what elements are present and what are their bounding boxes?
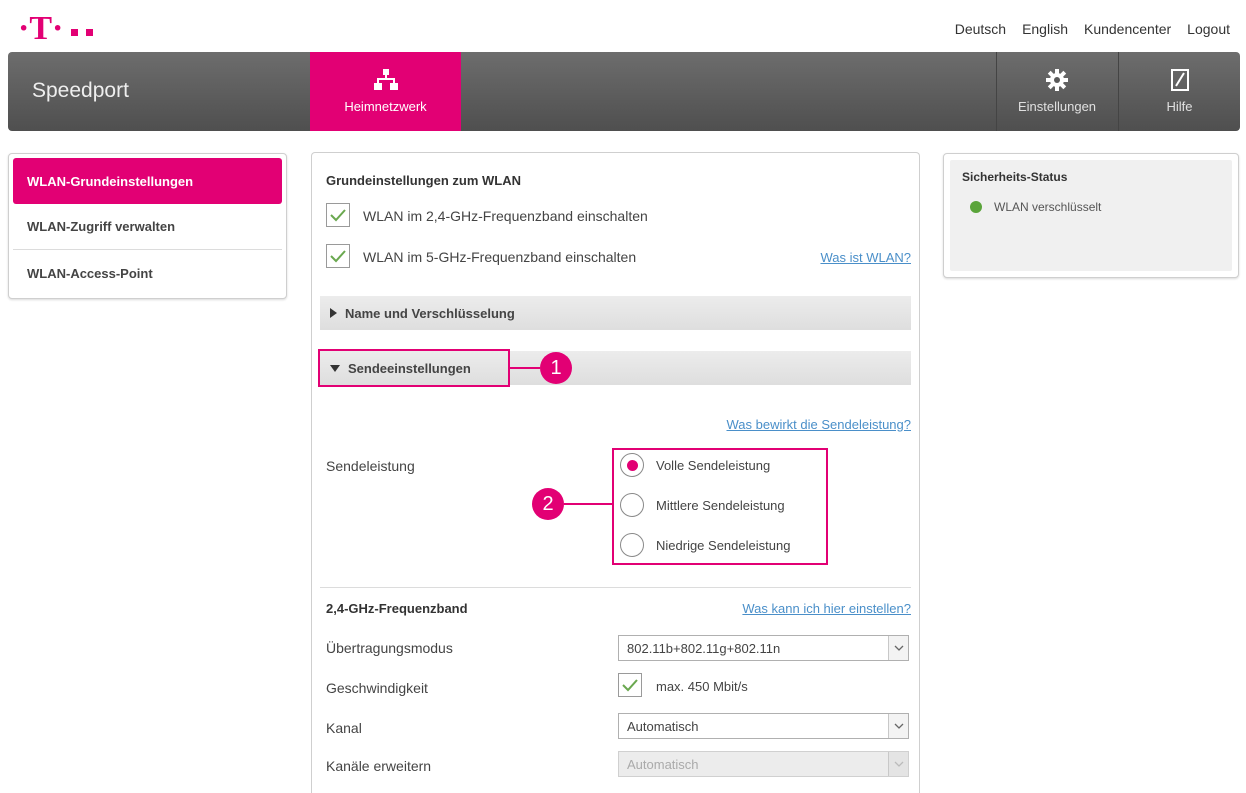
sendeleistung-label: Sendeleistung [326, 458, 415, 474]
tab-heimnetzwerk-label: Heimnetzwerk [344, 99, 427, 114]
main-navbar: Speedport Heimnetzwerk Einstellungen Hil… [8, 52, 1240, 131]
speed-label: Geschwindigkeit [326, 680, 428, 696]
marker-1: 1 [540, 352, 572, 384]
checkbox-5ghz[interactable] [326, 244, 350, 268]
tab-einstellungen[interactable]: Einstellungen [996, 52, 1117, 131]
accordion-name-label: Name und Verschlüsselung [345, 305, 515, 321]
radio-niedrige-label: Niedrige Sendeleistung [656, 537, 791, 553]
mode-select-value: 802.11b+802.11g+802.11n [627, 640, 781, 656]
tab-hilfe-label: Hilfe [1166, 99, 1193, 114]
radio-button[interactable] [620, 533, 644, 557]
radio-selected-dot [626, 459, 638, 471]
sidebar-item-wlan-grundeinstellungen[interactable]: WLAN-Grundeinstellungen [13, 158, 282, 204]
speed-value: max. 450 Mbit/s [656, 679, 748, 694]
radio-niedrige[interactable]: Niedrige Sendeleistung [620, 526, 790, 564]
chevron-down-icon [888, 752, 908, 776]
checkbox-24ghz-label: WLAN im 2,4-GHz-Frequenzband einschalten [363, 208, 648, 224]
radio-volle[interactable]: Volle Sendeleistung [620, 446, 790, 484]
chevron-down-icon [888, 636, 908, 660]
marker-1-line [510, 367, 540, 369]
link-was-ist-wlan[interactable]: Was ist WLAN? [820, 250, 911, 265]
extend-select-value: Automatisch [627, 756, 699, 772]
telekom-logo[interactable]: ·T· [18, 10, 94, 47]
marker-2-line [564, 503, 612, 505]
top-links: Deutsch English Kundencenter Logout [955, 21, 1230, 37]
triangle-right-icon [330, 308, 337, 318]
help-book-icon [1170, 69, 1189, 91]
radio-button[interactable] [620, 493, 644, 517]
checkmark-icon [330, 250, 346, 263]
mode-label: Übertragungsmodus [326, 640, 453, 656]
status-ok-icon [970, 201, 982, 213]
brand-title[interactable]: Speedport [32, 79, 129, 103]
radio-group-sendeleistung: Volle Sendeleistung Mittlere Sendeleistu… [620, 446, 790, 564]
band-title: 2,4-GHz-Frequenzband [326, 601, 468, 616]
accordion-name-verschluesselung[interactable]: Name und Verschlüsselung [320, 296, 911, 330]
highlight-box-1 [318, 349, 510, 387]
channel-label: Kanal [326, 720, 362, 736]
checkmark-icon [330, 209, 346, 222]
security-status-inner: Sicherheits-Status WLAN verschlüsselt [950, 160, 1232, 271]
checkbox-speed[interactable] [618, 673, 642, 697]
channel-select-value: Automatisch [627, 718, 699, 734]
mode-select[interactable]: 802.11b+802.11g+802.11n [618, 635, 909, 661]
link-logout[interactable]: Logout [1187, 21, 1230, 37]
security-status-panel: Sicherheits-Status WLAN verschlüsselt [943, 153, 1239, 278]
section-divider [320, 587, 911, 588]
channel-select[interactable]: Automatisch [618, 713, 909, 739]
marker-2: 2 [532, 488, 564, 520]
main-panel: Grundeinstellungen zum WLAN WLAN im 2,4-… [311, 152, 920, 793]
tab-hilfe[interactable]: Hilfe [1118, 52, 1240, 131]
tab-heimnetzwerk[interactable]: Heimnetzwerk [310, 52, 461, 131]
link-sendeleistung[interactable]: Was bewirkt die Sendeleistung? [726, 417, 911, 432]
tab-einstellungen-label: Einstellungen [1017, 99, 1097, 114]
sidebar-item-wlan-access-point[interactable]: WLAN-Access-Point [13, 250, 282, 296]
logo-dot-icon [86, 28, 94, 36]
extend-label: Kanäle erweitern [326, 758, 432, 774]
status-row: WLAN verschlüsselt [962, 200, 1220, 214]
status-title: Sicherheits-Status [962, 170, 1068, 184]
checkbox-5ghz-label: WLAN im 5-GHz-Frequenzband einschalten [363, 249, 637, 265]
extend-select: Automatisch [618, 751, 909, 777]
section-title: Grundeinstellungen zum WLAN [326, 173, 521, 188]
checkbox-24ghz[interactable] [326, 203, 350, 227]
logo-dot-icon [71, 28, 79, 36]
sidebar-item-wlan-zugriff[interactable]: WLAN-Zugriff verwalten [13, 204, 282, 250]
radio-mittlere-label: Mittlere Sendeleistung [656, 497, 785, 513]
link-english[interactable]: English [1022, 21, 1068, 37]
link-was-kann-ich-einstellen[interactable]: Was kann ich hier einstellen? [742, 601, 911, 616]
sidebar-menu: WLAN-Grundeinstellungen WLAN-Zugriff ver… [8, 153, 287, 299]
checkmark-icon [622, 679, 638, 692]
link-deutsch[interactable]: Deutsch [955, 21, 1006, 37]
network-icon [373, 69, 398, 91]
radio-volle-label: Volle Sendeleistung [656, 457, 771, 473]
radio-button[interactable] [620, 453, 644, 477]
status-text: WLAN verschlüsselt [994, 200, 1102, 214]
link-kundencenter[interactable]: Kundencenter [1084, 21, 1171, 37]
radio-mittlere[interactable]: Mittlere Sendeleistung [620, 486, 790, 524]
telekom-t-icon: ·T· [18, 10, 64, 47]
chevron-down-icon [888, 714, 908, 738]
gear-icon [1046, 69, 1068, 91]
